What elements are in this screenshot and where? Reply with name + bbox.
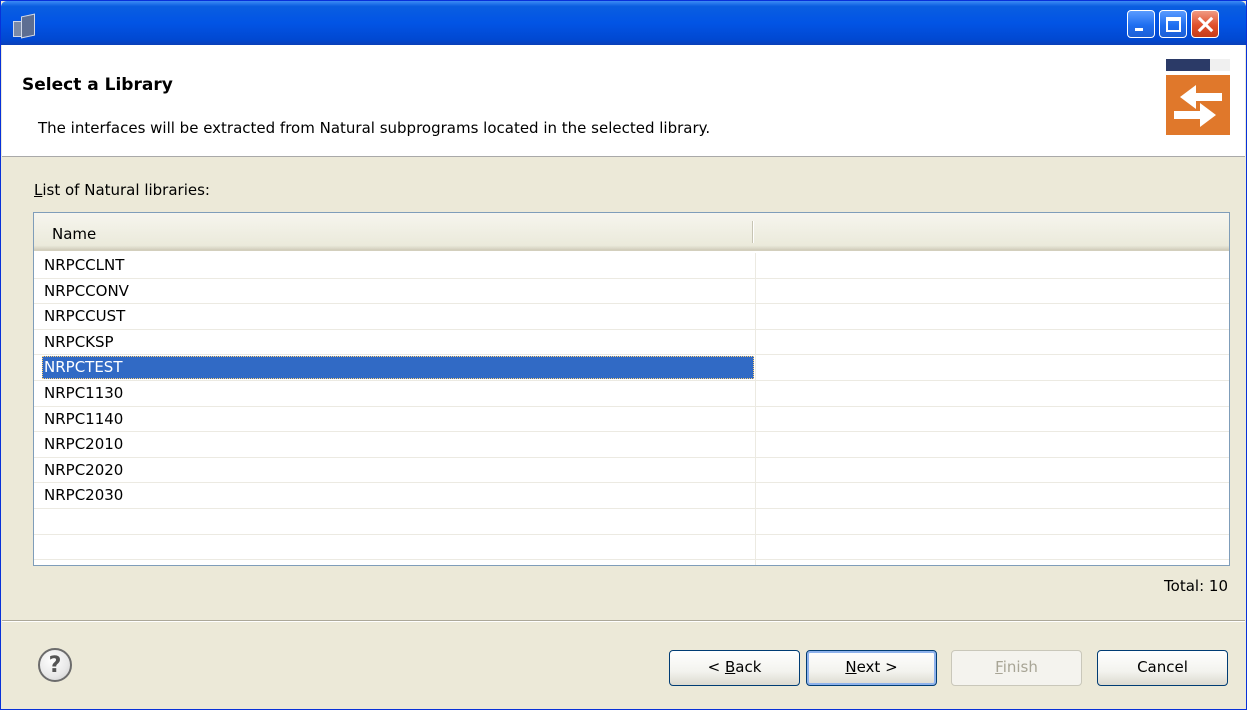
help-button[interactable]: ? bbox=[38, 648, 72, 682]
table-row[interactable]: NRPC2030 bbox=[34, 483, 1229, 509]
table-row[interactable]: NRPC1130 bbox=[34, 381, 1229, 407]
table-header: Name bbox=[34, 213, 1229, 251]
close-button[interactable] bbox=[1191, 10, 1219, 38]
page-title: Select a Library bbox=[22, 75, 173, 95]
table-row[interactable]: NRPC2010 bbox=[34, 432, 1229, 458]
finish-button[interactable]: Finish bbox=[951, 650, 1082, 686]
column-header-name[interactable]: Name bbox=[52, 225, 96, 243]
cancel-button[interactable]: Cancel bbox=[1097, 650, 1228, 686]
page-description: The interfaces will be extracted from Na… bbox=[38, 119, 711, 137]
table-row[interactable]: NRPCKSP bbox=[34, 330, 1229, 356]
table-row-empty[interactable] bbox=[34, 509, 1229, 535]
table-row[interactable]: NRPCCONV bbox=[34, 279, 1229, 305]
footer-divider bbox=[2, 620, 1245, 622]
table-rows: NRPCCLNT NRPCCONV NRPCCUST NRPCKSP NRPCT… bbox=[34, 253, 1229, 561]
table-row[interactable]: NRPCCLNT bbox=[34, 253, 1229, 279]
minimize-icon bbox=[1135, 28, 1143, 31]
app-icon bbox=[13, 13, 39, 39]
table-row-empty[interactable] bbox=[34, 535, 1229, 561]
wizard-graphic bbox=[1166, 59, 1230, 135]
maximize-button[interactable] bbox=[1159, 10, 1187, 38]
next-button[interactable]: Next > bbox=[806, 650, 937, 686]
column-separator[interactable] bbox=[752, 221, 754, 243]
table-row-selected[interactable]: NRPCTEST bbox=[34, 355, 1229, 381]
back-button[interactable]: < Back bbox=[669, 650, 800, 686]
wizard-header: Select a Library The interfaces will be … bbox=[2, 45, 1245, 157]
table-row[interactable]: NRPCCUST bbox=[34, 304, 1229, 330]
table-row[interactable]: NRPC2020 bbox=[34, 458, 1229, 484]
maximize-icon bbox=[1166, 17, 1181, 32]
title-bar[interactable] bbox=[1, 1, 1246, 45]
total-count: Total: 10 bbox=[1164, 577, 1228, 595]
library-list-label: List of Natural libraries: bbox=[34, 181, 210, 199]
wizard-window: Select a Library The interfaces will be … bbox=[0, 0, 1247, 710]
library-table[interactable]: Name NRPCCLNT NRPCCONV NRPCCUST NRPCKSP … bbox=[33, 212, 1230, 566]
minimize-button[interactable] bbox=[1127, 10, 1155, 38]
table-row[interactable]: NRPC1140 bbox=[34, 407, 1229, 433]
help-icon: ? bbox=[48, 653, 62, 678]
